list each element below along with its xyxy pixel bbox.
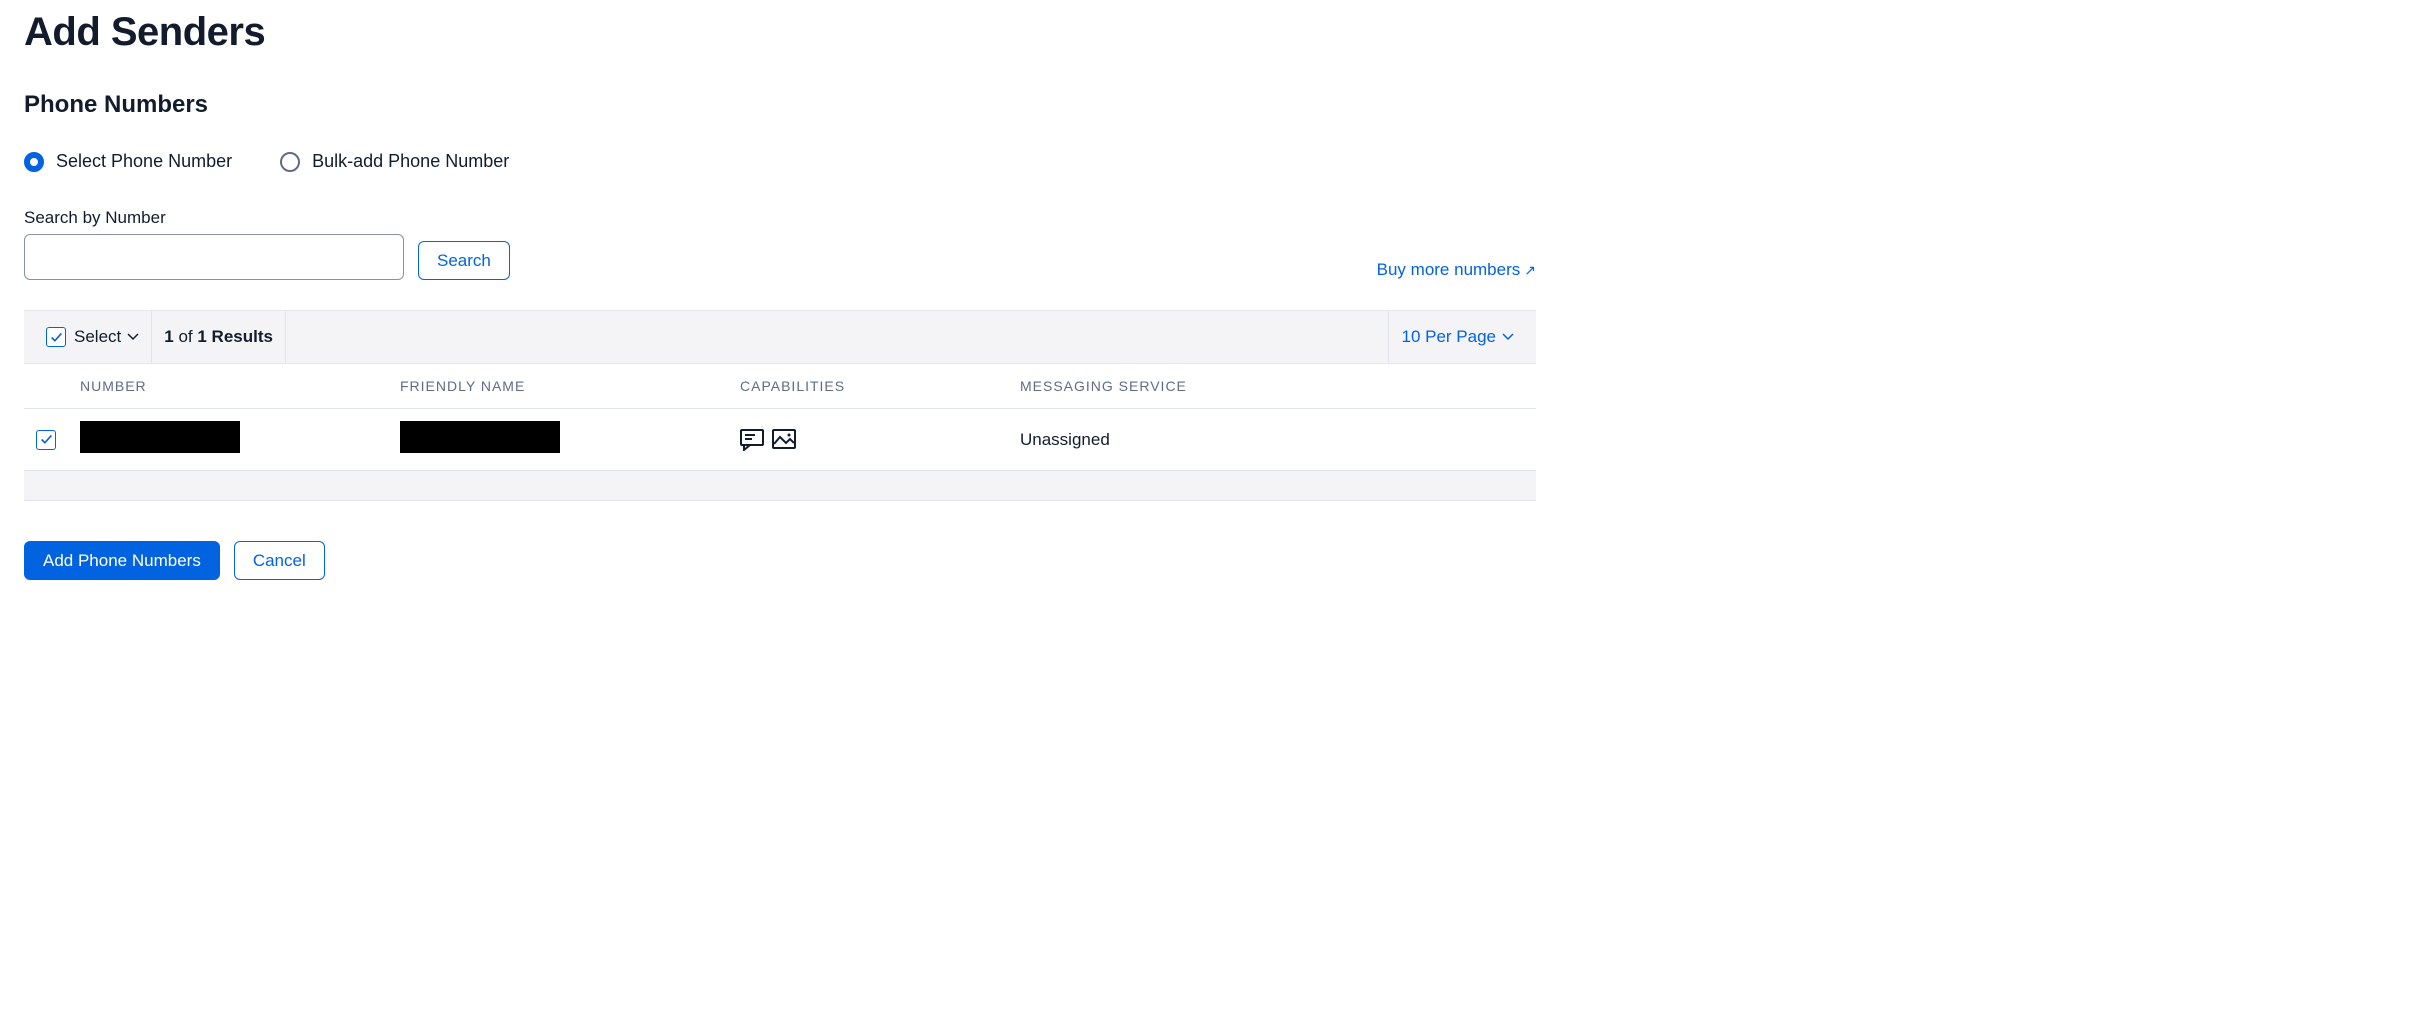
cancel-button[interactable]: Cancel — [234, 541, 325, 580]
add-phone-numbers-button[interactable]: Add Phone Numbers — [24, 541, 220, 580]
column-header-messaging-service: MESSAGING SERVICE — [1008, 364, 1536, 409]
chevron-down-icon — [127, 333, 139, 341]
radio-unselected-icon — [280, 152, 300, 172]
table-toolbar: Select 1 of 1 Results 10 Per Page — [24, 310, 1536, 364]
section-title: Phone Numbers — [24, 91, 1536, 119]
page-title: Add Senders — [24, 10, 1536, 55]
select-label: Select — [74, 327, 121, 347]
redacted-friendly-name — [400, 421, 560, 453]
search-input[interactable] — [24, 234, 404, 280]
table-footer-row — [24, 471, 1536, 501]
radio-label: Bulk-add Phone Number — [312, 151, 509, 172]
row-checkbox[interactable] — [36, 430, 56, 450]
radio-selected-icon — [24, 152, 44, 172]
cell-messaging-service: Unassigned — [1008, 409, 1536, 471]
results-count: 1 of 1 Results — [164, 327, 273, 347]
buy-more-numbers-link[interactable]: Buy more numbers ↗ — [1377, 260, 1536, 280]
external-link-icon: ↗ — [1524, 262, 1536, 279]
search-button[interactable]: Search — [418, 241, 510, 280]
radio-select-phone-number[interactable]: Select Phone Number — [24, 151, 232, 172]
table-row: Unassigned — [24, 409, 1536, 471]
phone-number-mode-radio-group: Select Phone Number Bulk-add Phone Numbe… — [24, 151, 1536, 172]
per-page-dropdown[interactable]: 10 Per Page — [1388, 311, 1526, 363]
select-dropdown[interactable]: Select — [74, 327, 139, 347]
cell-friendly-name — [388, 409, 728, 471]
phone-numbers-table: NUMBER FRIENDLY NAME CAPABILITIES MESSAG… — [24, 364, 1536, 501]
sms-icon — [740, 429, 764, 451]
column-header-number: NUMBER — [68, 364, 388, 409]
chevron-down-icon — [1502, 333, 1514, 341]
link-text: Buy more numbers — [1377, 260, 1521, 280]
column-header-checkbox — [24, 364, 68, 409]
check-icon — [40, 433, 53, 446]
radio-bulk-add-phone-number[interactable]: Bulk-add Phone Number — [280, 151, 509, 172]
column-header-capabilities: CAPABILITIES — [728, 364, 1008, 409]
cell-capabilities — [728, 409, 1008, 471]
mms-icon — [772, 429, 796, 451]
search-label: Search by Number — [24, 208, 404, 228]
column-header-friendly-name: FRIENDLY NAME — [388, 364, 728, 409]
redacted-number — [80, 421, 240, 453]
cell-number — [68, 409, 388, 471]
check-icon — [50, 331, 63, 344]
radio-label: Select Phone Number — [56, 151, 232, 172]
per-page-label: 10 Per Page — [1401, 327, 1496, 347]
select-all-checkbox[interactable] — [46, 327, 66, 347]
action-buttons: Add Phone Numbers Cancel — [24, 541, 1536, 580]
